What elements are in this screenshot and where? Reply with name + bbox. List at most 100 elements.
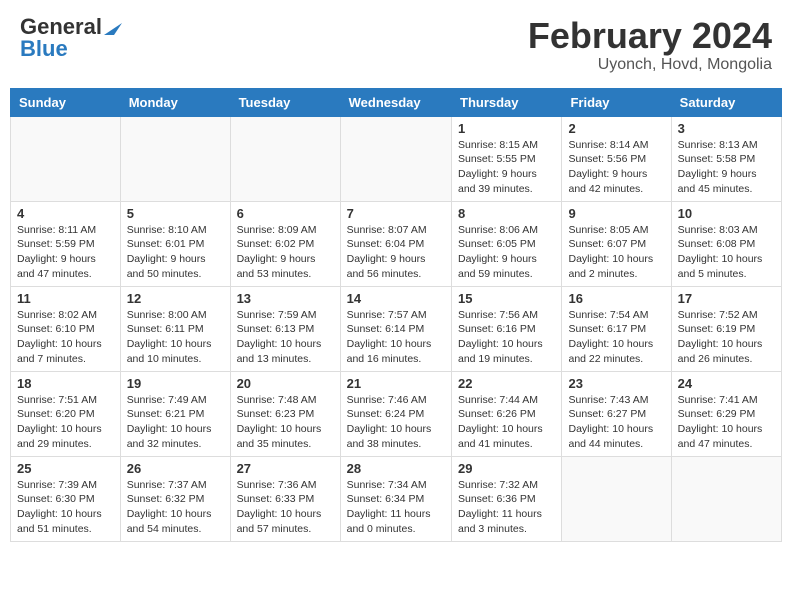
calendar-cell — [340, 116, 451, 201]
logo-bird-icon — [104, 15, 122, 35]
day-number: 18 — [17, 376, 114, 391]
logo: General Blue — [20, 16, 122, 60]
calendar-cell: 12 Sunrise: 8:00 AM Sunset: 6:11 PM Dayli… — [120, 286, 230, 371]
col-header-wednesday: Wednesday — [340, 88, 451, 116]
calendar-cell: 20Sunrise: 7:48 AM Sunset: 6:23 PM Dayli… — [230, 371, 340, 456]
day-number: 25 — [17, 461, 114, 476]
col-header-thursday: Thursday — [452, 88, 562, 116]
week-row-2: 4 Sunrise: 8:11 AM Sunset: 5:59 PM Daylig… — [11, 201, 782, 286]
calendar-cell: 27 Sunrise: 7:36 AM Sunset: 6:33 PM Dayli… — [230, 456, 340, 541]
day-info: Sunrise: 7:32 AM Sunset: 6:36 PM Dayligh… — [458, 478, 555, 537]
logo-blue-text: Blue — [20, 38, 68, 60]
day-info: Sunrise: 7:49 AM Sunset: 6:21 PM Dayligh… — [127, 393, 224, 452]
day-number: 7 — [347, 206, 445, 221]
day-info: Sunrise: 8:02 AM Sunset: 6:10 PM Dayligh… — [17, 308, 114, 367]
day-number: 2 — [568, 121, 664, 136]
col-header-friday: Friday — [562, 88, 671, 116]
day-number: 8 — [458, 206, 555, 221]
day-number: 24 — [678, 376, 775, 391]
calendar-cell: 5 Sunrise: 8:10 AM Sunset: 6:01 PM Daylig… — [120, 201, 230, 286]
day-number: 19 — [127, 376, 224, 391]
calendar-cell: 14Sunrise: 7:57 AM Sunset: 6:14 PM Dayli… — [340, 286, 451, 371]
day-number: 27 — [237, 461, 334, 476]
day-number: 20 — [237, 376, 334, 391]
col-header-monday: Monday — [120, 88, 230, 116]
week-row-1: 1 Sunrise: 8:15 AM Sunset: 5:55 PM Daylig… — [11, 116, 782, 201]
calendar-cell: 18 Sunrise: 7:51 AM Sunset: 6:20 PM Dayli… — [11, 371, 121, 456]
page-header: General Blue February 2024 Uyonch, Hovd,… — [10, 10, 782, 80]
calendar-cell: 28 Sunrise: 7:34 AM Sunset: 6:34 PM Dayli… — [340, 456, 451, 541]
calendar-cell: 24 Sunrise: 7:41 AM Sunset: 6:29 PM Dayli… — [671, 371, 781, 456]
calendar-cell: 17Sunrise: 7:52 AM Sunset: 6:19 PM Dayli… — [671, 286, 781, 371]
day-info: Sunrise: 8:13 AM Sunset: 5:58 PM Dayligh… — [678, 138, 775, 197]
calendar-cell: 2 Sunrise: 8:14 AM Sunset: 5:56 PM Daylig… — [562, 116, 671, 201]
day-info: Sunrise: 7:54 AM Sunset: 6:17 PM Dayligh… — [568, 308, 664, 367]
calendar-cell — [230, 116, 340, 201]
day-number: 26 — [127, 461, 224, 476]
day-info: Sunrise: 8:05 AM Sunset: 6:07 PM Dayligh… — [568, 223, 664, 282]
calendar-cell: 22 Sunrise: 7:44 AM Sunset: 6:26 PM Dayli… — [452, 371, 562, 456]
day-number: 5 — [127, 206, 224, 221]
calendar-cell: 1 Sunrise: 8:15 AM Sunset: 5:55 PM Daylig… — [452, 116, 562, 201]
day-number: 3 — [678, 121, 775, 136]
day-info: Sunrise: 7:36 AM Sunset: 6:33 PM Dayligh… — [237, 478, 334, 537]
day-number: 21 — [347, 376, 445, 391]
col-header-saturday: Saturday — [671, 88, 781, 116]
day-number: 12 — [127, 291, 224, 306]
title-block: February 2024 Uyonch, Hovd, Mongolia — [528, 16, 772, 74]
calendar-cell: 23 Sunrise: 7:43 AM Sunset: 6:27 PM Dayli… — [562, 371, 671, 456]
day-info: Sunrise: 8:10 AM Sunset: 6:01 PM Dayligh… — [127, 223, 224, 282]
calendar-cell: 3 Sunrise: 8:13 AM Sunset: 5:58 PM Daylig… — [671, 116, 781, 201]
day-number: 29 — [458, 461, 555, 476]
logo-general-text: General — [20, 16, 102, 38]
calendar-cell: 25 Sunrise: 7:39 AM Sunset: 6:30 PM Dayli… — [11, 456, 121, 541]
main-title: February 2024 — [528, 16, 772, 56]
day-info: Sunrise: 7:39 AM Sunset: 6:30 PM Dayligh… — [17, 478, 114, 537]
day-info: Sunrise: 8:03 AM Sunset: 6:08 PM Dayligh… — [678, 223, 775, 282]
day-info: Sunrise: 7:43 AM Sunset: 6:27 PM Dayligh… — [568, 393, 664, 452]
day-number: 14 — [347, 291, 445, 306]
calendar-cell: 19 Sunrise: 7:49 AM Sunset: 6:21 PM Dayli… — [120, 371, 230, 456]
day-info: Sunrise: 8:00 AM Sunset: 6:11 PM Dayligh… — [127, 308, 224, 367]
day-number: 4 — [17, 206, 114, 221]
calendar-cell: 7Sunrise: 8:07 AM Sunset: 6:04 PM Daylig… — [340, 201, 451, 286]
day-info: Sunrise: 8:09 AM Sunset: 6:02 PM Dayligh… — [237, 223, 334, 282]
day-number: 22 — [458, 376, 555, 391]
day-number: 1 — [458, 121, 555, 136]
calendar-cell: 16 Sunrise: 7:54 AM Sunset: 6:17 PM Dayli… — [562, 286, 671, 371]
col-header-tuesday: Tuesday — [230, 88, 340, 116]
day-info: Sunrise: 8:14 AM Sunset: 5:56 PM Dayligh… — [568, 138, 664, 197]
calendar-cell: 21Sunrise: 7:46 AM Sunset: 6:24 PM Dayli… — [340, 371, 451, 456]
day-info: Sunrise: 7:52 AM Sunset: 6:19 PM Dayligh… — [678, 308, 775, 367]
day-info: Sunrise: 7:59 AM Sunset: 6:13 PM Dayligh… — [237, 308, 334, 367]
day-info: Sunrise: 8:15 AM Sunset: 5:55 PM Dayligh… — [458, 138, 555, 197]
day-info: Sunrise: 7:34 AM Sunset: 6:34 PM Dayligh… — [347, 478, 445, 537]
subtitle: Uyonch, Hovd, Mongolia — [528, 56, 772, 74]
calendar-cell: 29 Sunrise: 7:32 AM Sunset: 6:36 PM Dayli… — [452, 456, 562, 541]
week-row-3: 11 Sunrise: 8:02 AM Sunset: 6:10 PM Dayli… — [11, 286, 782, 371]
day-number: 13 — [237, 291, 334, 306]
calendar-cell — [120, 116, 230, 201]
calendar-cell — [671, 456, 781, 541]
day-number: 16 — [568, 291, 664, 306]
day-number: 28 — [347, 461, 445, 476]
calendar-cell: 6Sunrise: 8:09 AM Sunset: 6:02 PM Daylig… — [230, 201, 340, 286]
day-info: Sunrise: 8:11 AM Sunset: 5:59 PM Dayligh… — [17, 223, 114, 282]
calendar-cell: 4 Sunrise: 8:11 AM Sunset: 5:59 PM Daylig… — [11, 201, 121, 286]
calendar-cell — [562, 456, 671, 541]
day-info: Sunrise: 7:41 AM Sunset: 6:29 PM Dayligh… — [678, 393, 775, 452]
calendar-cell: 10 Sunrise: 8:03 AM Sunset: 6:08 PM Dayli… — [671, 201, 781, 286]
day-number: 11 — [17, 291, 114, 306]
calendar-table: SundayMondayTuesdayWednesdayThursdayFrid… — [10, 88, 782, 542]
day-number: 10 — [678, 206, 775, 221]
day-info: Sunrise: 7:44 AM Sunset: 6:26 PM Dayligh… — [458, 393, 555, 452]
calendar-cell: 13 Sunrise: 7:59 AM Sunset: 6:13 PM Dayli… — [230, 286, 340, 371]
week-row-4: 18 Sunrise: 7:51 AM Sunset: 6:20 PM Dayli… — [11, 371, 782, 456]
day-info: Sunrise: 7:56 AM Sunset: 6:16 PM Dayligh… — [458, 308, 555, 367]
week-row-5: 25 Sunrise: 7:39 AM Sunset: 6:30 PM Dayli… — [11, 456, 782, 541]
calendar-cell — [11, 116, 121, 201]
calendar-cell: 15Sunrise: 7:56 AM Sunset: 6:16 PM Dayli… — [452, 286, 562, 371]
day-info: Sunrise: 7:51 AM Sunset: 6:20 PM Dayligh… — [17, 393, 114, 452]
day-number: 23 — [568, 376, 664, 391]
calendar-cell: 9Sunrise: 8:05 AM Sunset: 6:07 PM Daylig… — [562, 201, 671, 286]
